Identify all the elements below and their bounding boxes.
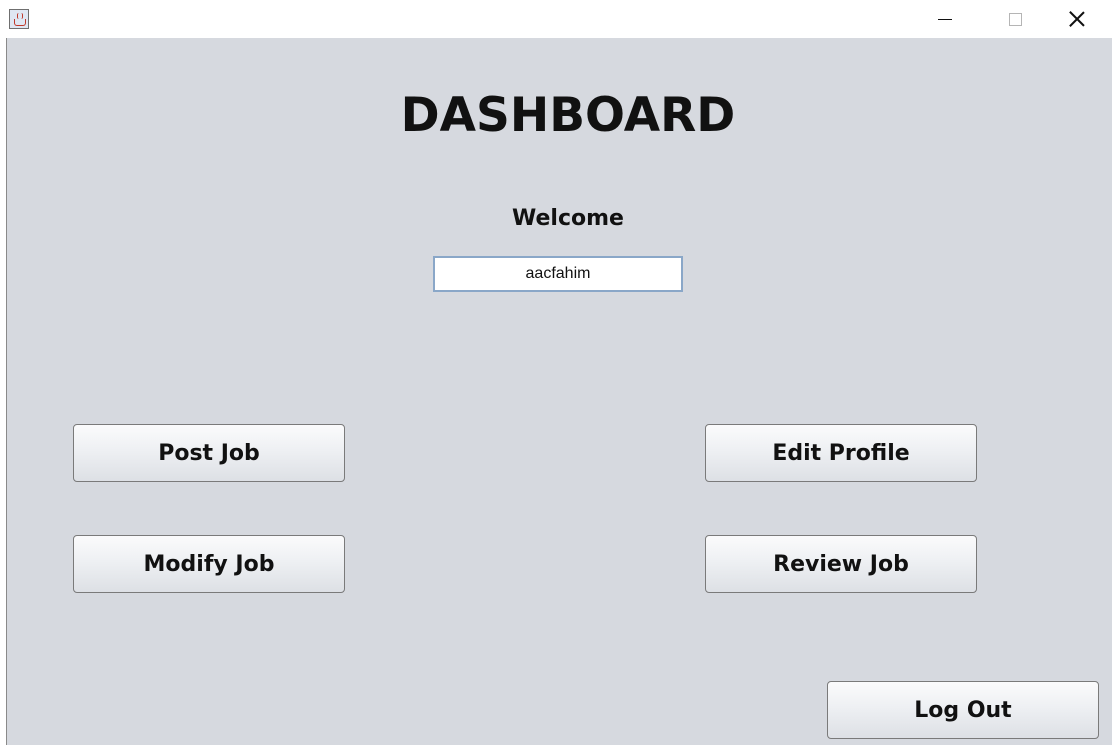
maximize-icon <box>1008 12 1022 26</box>
review-job-button[interactable]: Review Job <box>705 535 977 593</box>
app-window: DASHBOARD Welcome aacfahim Post Job Modi… <box>0 0 1112 745</box>
dashboard-panel: DASHBOARD Welcome aacfahim Post Job Modi… <box>6 38 1112 745</box>
minimize-icon <box>938 18 952 20</box>
title-bar[interactable] <box>0 0 1112 38</box>
modify-job-button[interactable]: Modify Job <box>73 535 345 593</box>
username-field[interactable]: aacfahim <box>433 256 683 292</box>
close-button[interactable] <box>1054 0 1100 38</box>
log-out-button[interactable]: Log Out <box>827 681 1099 739</box>
close-icon <box>1069 11 1085 27</box>
page-title: DASHBOARD <box>400 88 736 143</box>
welcome-label: Welcome <box>512 206 624 231</box>
post-job-button[interactable]: Post Job <box>73 424 345 482</box>
edit-profile-button[interactable]: Edit Profile <box>705 424 977 482</box>
maximize-button[interactable] <box>992 0 1038 38</box>
minimize-button[interactable] <box>922 0 968 38</box>
java-cup-icon[interactable] <box>9 9 29 29</box>
